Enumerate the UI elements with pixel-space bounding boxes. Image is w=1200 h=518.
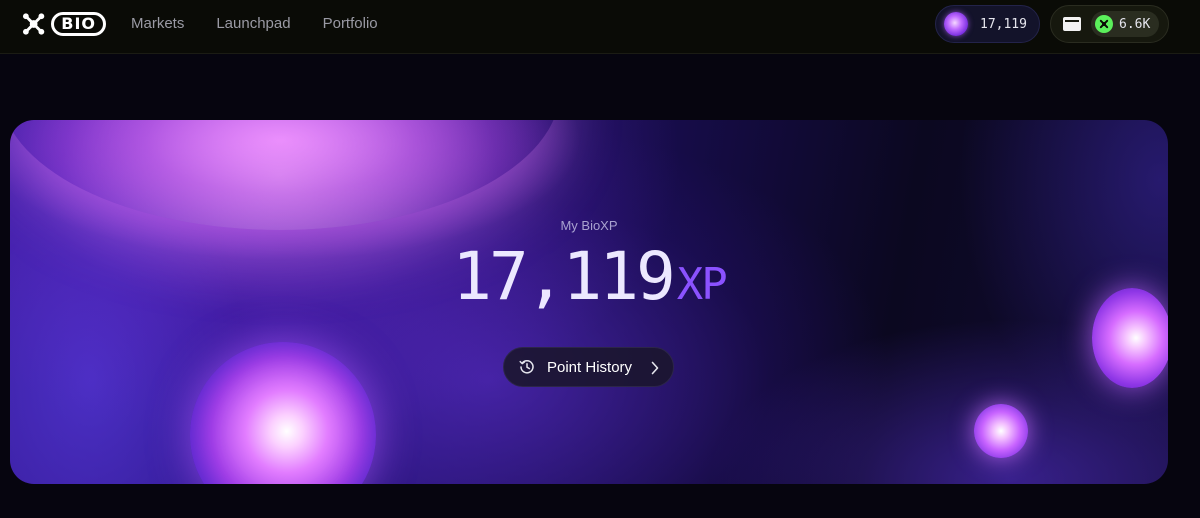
- large-orb-decoration: [190, 342, 376, 484]
- point-history-button[interactable]: Point History: [503, 347, 674, 387]
- nav-launchpad[interactable]: Launchpad: [216, 15, 290, 32]
- bio-star-icon: [22, 13, 45, 35]
- chevron-right-icon: [651, 361, 659, 375]
- bioxp-unit: XP: [676, 259, 728, 310]
- bioxp-total: 17,119XP: [10, 238, 1168, 315]
- bioxp-hero-card: My BioXP 17,119XP Point History: [10, 120, 1168, 484]
- wallet-icon: [1063, 17, 1081, 31]
- bioxp-label: My BioXP: [560, 218, 618, 233]
- main-nav: Markets Launchpad Portfolio: [131, 0, 378, 46]
- bio-logo[interactable]: BIO: [22, 11, 106, 37]
- small-orb-decoration: [974, 404, 1028, 458]
- point-history-label: Point History: [547, 358, 633, 376]
- wallet-chip[interactable]: 6.6K: [1050, 5, 1169, 43]
- xp-balance-value: 17,119: [980, 16, 1027, 32]
- history-icon: [519, 360, 534, 374]
- glow-ring-decoration: [10, 120, 560, 230]
- bioxp-value: 17,119: [452, 238, 675, 315]
- nav-markets[interactable]: Markets: [131, 15, 184, 32]
- logo-text: BIO: [51, 12, 106, 36]
- xp-orb-icon: [944, 12, 968, 36]
- xp-balance-chip[interactable]: 17,119: [935, 5, 1040, 43]
- bio-token-icon: [1095, 15, 1113, 33]
- nav-portfolio[interactable]: Portfolio: [323, 15, 378, 32]
- bio-balance-value: 6.6K: [1119, 16, 1151, 32]
- bio-balance-pill: 6.6K: [1091, 11, 1160, 37]
- top-bar: BIO Markets Launchpad Portfolio 17,119 6…: [0, 0, 1200, 54]
